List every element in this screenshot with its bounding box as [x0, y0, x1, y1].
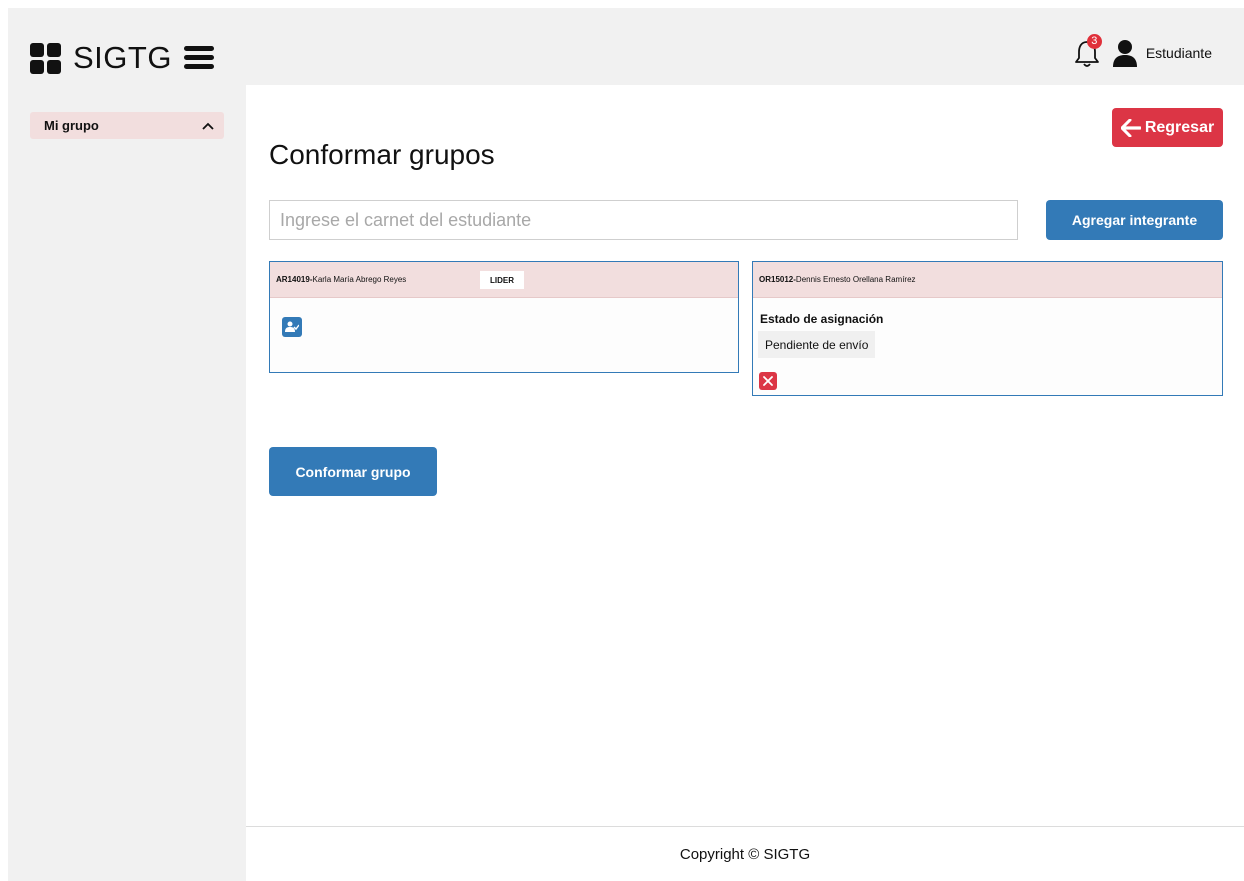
- arrow-left-icon: [1120, 118, 1142, 137]
- top-header: SIGTG 3 Estudiante: [8, 8, 1244, 85]
- copyright-text: Copyright © SIGTG: [679, 845, 811, 863]
- assignment-status-label: Estado de asignación: [760, 312, 884, 326]
- member-card-header: OR15012 - Dennis Ernesto Orellana Ramíre…: [753, 262, 1222, 298]
- assignment-status-value: Pendiente de envío: [758, 331, 876, 358]
- assign-user-icon[interactable]: [282, 317, 302, 337]
- notifications-bell-icon[interactable]: 3: [1074, 34, 1102, 68]
- main-content: Regresar Conformar grupos Agregar integr…: [246, 85, 1244, 826]
- back-button[interactable]: Regresar: [1112, 108, 1223, 147]
- back-button-label: Regresar: [1144, 118, 1215, 136]
- member-card-leader: AR14019 - Karla María Abrego Reyes LIDER: [269, 261, 739, 373]
- user-role-label[interactable]: Estudiante: [1146, 45, 1212, 61]
- notification-badge: 3: [1086, 34, 1102, 49]
- page-title: Conformar grupos: [269, 139, 495, 170]
- member-carnet: OR15012: [759, 275, 794, 284]
- member-card-header: AR14019 - Karla María Abrego Reyes LIDER: [270, 262, 738, 298]
- remove-member-icon[interactable]: [759, 372, 777, 390]
- dashboard-grid-icon[interactable]: [30, 42, 61, 74]
- user-icon[interactable]: [1112, 39, 1138, 67]
- member-card: OR15012 - Dennis Ernesto Orellana Ramíre…: [752, 261, 1223, 396]
- sidebar: Mi grupo: [8, 85, 246, 881]
- member-name: Dennis Ernesto Orellana Ramírez: [795, 275, 916, 284]
- header-right: 3 Estudiante: [1074, 34, 1212, 68]
- leader-badge: LIDER: [480, 271, 524, 289]
- form-group-button[interactable]: Conformar grupo: [269, 447, 437, 496]
- footer: Copyright © SIGTG: [246, 826, 1244, 881]
- hamburger-menu-icon[interactable]: [183, 46, 214, 70]
- brand: SIGTG: [30, 40, 214, 76]
- sidebar-item-mi-grupo[interactable]: Mi grupo: [30, 112, 224, 139]
- member-carnet: AR14019: [276, 275, 310, 284]
- carnet-input[interactable]: [269, 200, 1018, 240]
- member-name: Karla María Abrego Reyes: [312, 275, 407, 284]
- sidebar-item-label: Mi grupo: [44, 118, 99, 133]
- chevron-up-icon: [202, 117, 214, 135]
- app-name: SIGTG: [73, 40, 172, 75]
- add-member-button[interactable]: Agregar integrante: [1046, 200, 1223, 240]
